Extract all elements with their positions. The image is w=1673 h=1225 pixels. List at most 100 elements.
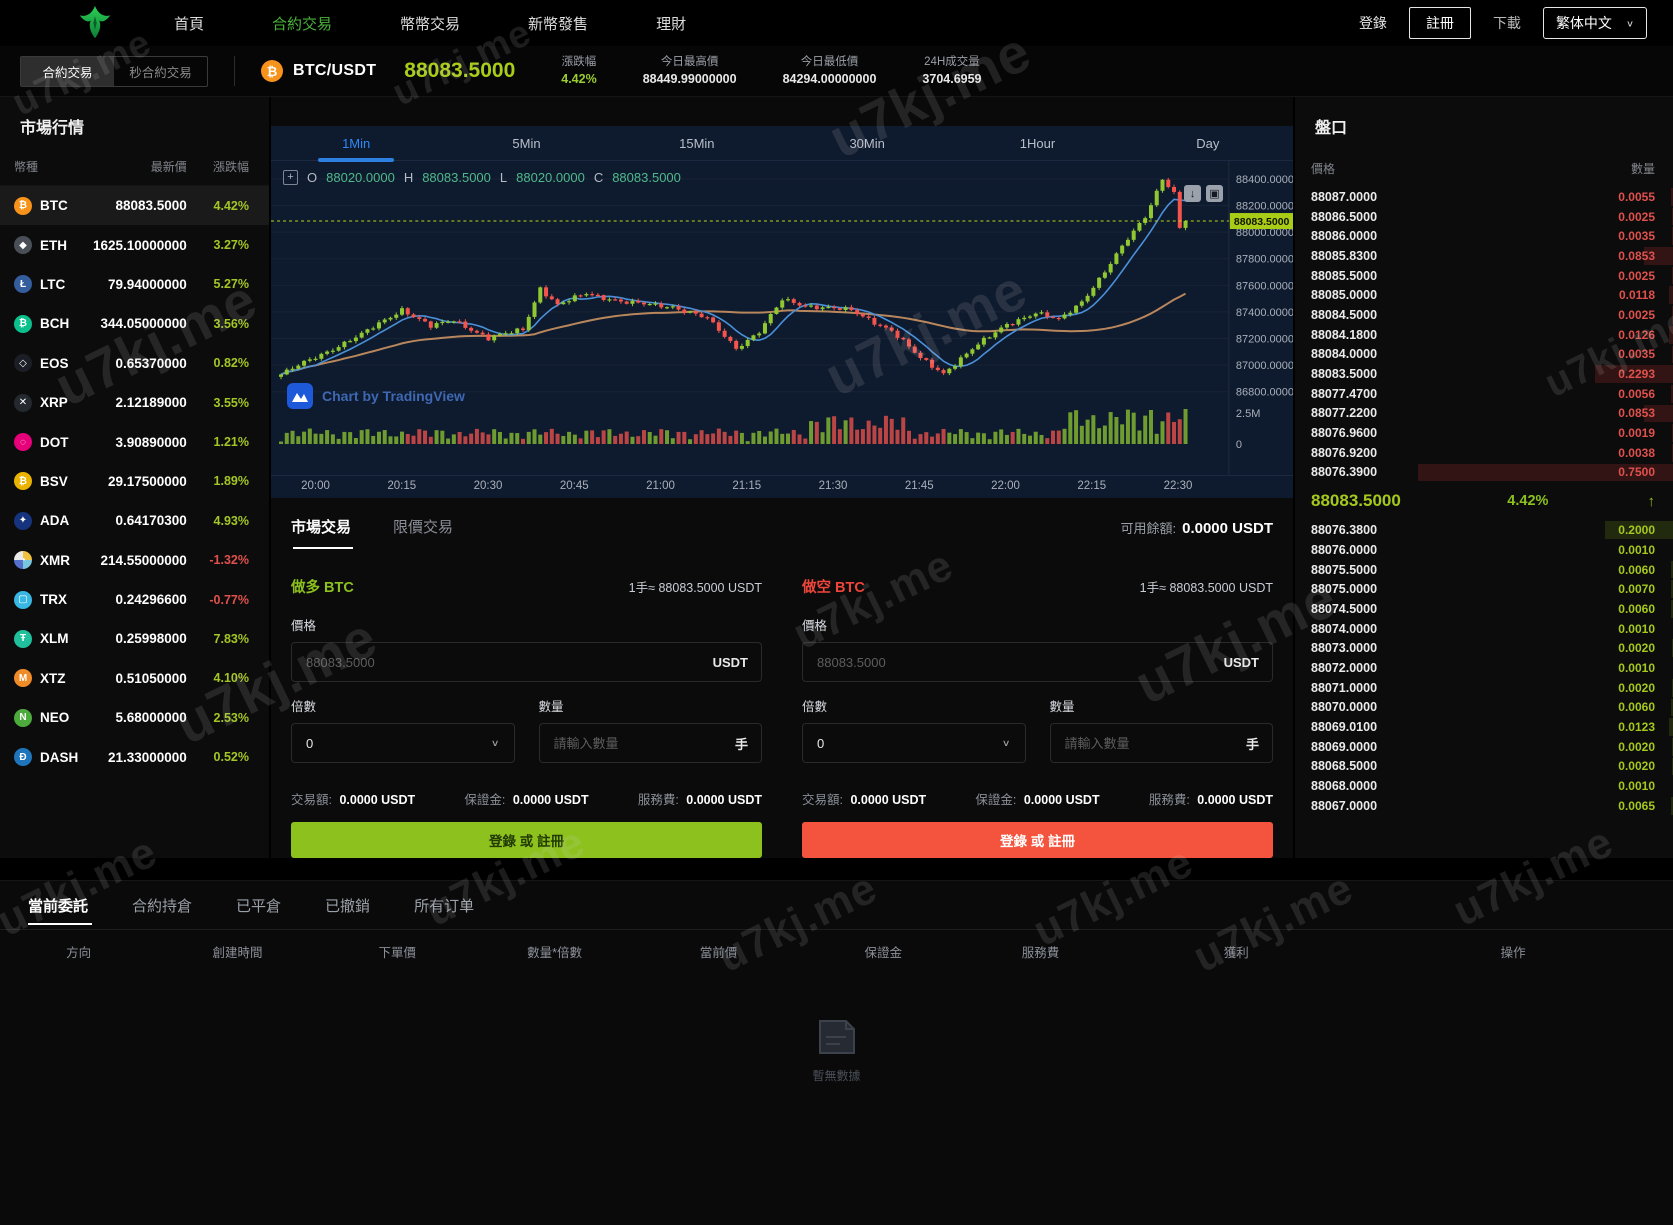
chart-download-button[interactable]: ↓	[1184, 185, 1201, 202]
coin-change: 2.53%	[187, 711, 249, 725]
nav-item-理財[interactable]: 理財	[656, 13, 686, 34]
nav-item-幣幣交易[interactable]: 幣幣交易	[400, 13, 460, 34]
market-row-LTC[interactable]: ŁLTC79.940000005.27%	[0, 265, 269, 304]
orderbook-ask-row[interactable]: 88085.50000.0025	[1295, 266, 1673, 286]
download-link[interactable]: 下載	[1493, 13, 1521, 33]
nav-item-新幣發售[interactable]: 新幣發售	[528, 13, 588, 34]
tab-limit-trade[interactable]: 限價交易	[393, 516, 453, 547]
orders-tab-所有订单[interactable]: 所有订单	[414, 895, 474, 929]
timeframe-30Min[interactable]: 30Min	[782, 126, 952, 160]
orderbook-ask-row[interactable]: 88087.00000.0055	[1295, 187, 1673, 207]
market-row-XMR[interactable]: ◔XMR214.55000000-1.32%	[0, 541, 269, 580]
candlestick-chart[interactable]: + O88020.0000H88083.5000L88020.0000C8808…	[271, 161, 1293, 475]
orders-tab-已平倉[interactable]: 已平倉	[236, 895, 281, 929]
nav-item-首頁[interactable]: 首頁	[174, 13, 204, 34]
coin-price: 0.64170300	[83, 513, 187, 528]
market-row-BCH[interactable]: ₿BCH344.050000003.56%	[0, 304, 269, 343]
long-amount-input[interactable]	[540, 736, 762, 751]
orders-tab-合約持倉[interactable]: 合約持倉	[132, 895, 192, 929]
orders-tab-已撤銷[interactable]: 已撤銷	[325, 895, 370, 929]
orderbook-bid-row[interactable]: 88070.00000.0060	[1295, 698, 1673, 718]
market-row-DOT[interactable]: ◌DOT3.908900001.21%	[0, 422, 269, 461]
time-label: 21:30	[819, 480, 848, 492]
ohlc-key: O	[307, 170, 317, 185]
timeframe-1Hour[interactable]: 1Hour	[952, 126, 1122, 160]
language-selector[interactable]: 繁体中文 ∨	[1543, 7, 1647, 39]
timeframe-15Min[interactable]: 15Min	[612, 126, 782, 160]
tab-market-trade[interactable]: 市場交易	[291, 516, 351, 547]
ob-qty: 0.2000	[1618, 523, 1655, 537]
short-login-register-button[interactable]: 登錄 或 註冊	[802, 822, 1273, 858]
short-price-unit: USDT	[1224, 655, 1259, 670]
market-row-DASH[interactable]: ĐDASH21.330000000.52%	[0, 737, 269, 776]
market-row-EOS[interactable]: ◇EOS0.653700000.82%	[0, 344, 269, 383]
coin-symbol: ₿BSV	[14, 472, 83, 490]
register-button[interactable]: 註冊	[1409, 7, 1471, 39]
orderbook-bid-row[interactable]: 88071.00000.0020	[1295, 678, 1673, 698]
orderbook-bid-row[interactable]: 88069.00000.0020	[1295, 737, 1673, 757]
orderbook-ask-row[interactable]: 88084.50000.0025	[1295, 305, 1673, 325]
market-row-BTC[interactable]: ₿BTC88083.50004.42%	[0, 186, 269, 225]
phoenix-logo	[78, 4, 112, 42]
orderbook-ask-row[interactable]: 88083.50000.2293	[1295, 364, 1673, 384]
orderbook-bid-row[interactable]: 88076.00000.0010	[1295, 540, 1673, 560]
orderbook-bid-row[interactable]: 88072.00000.0010	[1295, 658, 1673, 678]
ob-price: 88077.2200	[1311, 406, 1377, 420]
orderbook-ask-row[interactable]: 88077.47000.0056	[1295, 384, 1673, 404]
mode-tab-秒合約交易[interactable]: 秒合約交易	[114, 57, 207, 86]
orders-col-方向: 方向	[0, 942, 157, 961]
ob-qty: 0.0118	[1619, 288, 1655, 302]
market-row-NEO[interactable]: NNEO5.680000002.53%	[0, 698, 269, 737]
time-axis: 20:0020:1520:3020:4521:0021:1521:3021:45…	[271, 475, 1293, 498]
mode-tab-合約交易[interactable]: 合約交易	[21, 57, 114, 86]
market-row-XTZ[interactable]: MXTZ0.510500004.10%	[0, 659, 269, 698]
orderbook-ask-row[interactable]: 88076.39000.7500	[1295, 463, 1673, 483]
ob-qty: 0.0853	[1618, 249, 1655, 263]
orderbook-ask-row[interactable]: 88077.22000.0853	[1295, 404, 1673, 424]
orderbook-ask-row[interactable]: 88085.83000.0853	[1295, 246, 1673, 266]
orderbook-ask-row[interactable]: 88076.96000.0019	[1295, 423, 1673, 443]
orderbook-bid-row[interactable]: 88067.00000.0065	[1295, 796, 1673, 816]
long-leverage-select[interactable]: 0 ∨	[291, 723, 515, 763]
time-label: 21:15	[732, 480, 761, 492]
market-row-XRP[interactable]: ✕XRP2.121890003.55%	[0, 383, 269, 422]
market-row-TRX[interactable]: ▢TRX0.24296600-0.77%	[0, 580, 269, 619]
tradingview-text: Chart by TradingView	[322, 388, 465, 404]
orderbook-bid-row[interactable]: 88068.00000.0010	[1295, 776, 1673, 796]
nav-item-合約交易[interactable]: 合約交易	[272, 13, 332, 34]
orderbook-ask-row[interactable]: 88084.00000.0035	[1295, 345, 1673, 365]
orderbook-bid-row[interactable]: 88075.00000.0070	[1295, 579, 1673, 599]
timeframe-Day[interactable]: Day	[1123, 126, 1293, 160]
short-leverage-select[interactable]: 0 ∨	[802, 723, 1026, 763]
coin-name: XTZ	[40, 671, 66, 686]
short-price-input[interactable]	[803, 655, 1272, 670]
long-summary-item: 服務費: 0.0000 USDT	[638, 789, 762, 808]
orders-tab-當前委託[interactable]: 當前委託	[28, 895, 88, 929]
short-summary-item: 服務費: 0.0000 USDT	[1149, 789, 1273, 808]
market-row-ETH[interactable]: ◆ETH1625.100000003.27%	[0, 225, 269, 264]
orderbook-ask-row[interactable]: 88086.00000.0035	[1295, 226, 1673, 246]
stat-label: 24H成交量	[922, 54, 981, 71]
timeframe-1Min[interactable]: 1Min	[271, 126, 441, 160]
chart-snapshot-button[interactable]: ▣	[1206, 185, 1223, 202]
orderbook-ask-row[interactable]: 88076.92000.0038	[1295, 443, 1673, 463]
orderbook-bid-row[interactable]: 88076.38000.2000	[1295, 520, 1673, 540]
long-login-register-button[interactable]: 登錄 或 註冊	[291, 822, 762, 858]
market-row-BSV[interactable]: ₿BSV29.175000001.89%	[0, 462, 269, 501]
orderbook-bid-row[interactable]: 88073.00000.0020	[1295, 638, 1673, 658]
orderbook-bid-row[interactable]: 88074.00000.0010	[1295, 619, 1673, 639]
login-link[interactable]: 登錄	[1359, 13, 1387, 33]
orderbook-bid-row[interactable]: 88074.50000.0060	[1295, 599, 1673, 619]
market-row-XLM[interactable]: ŦXLM0.259980007.83%	[0, 619, 269, 658]
orderbook-ask-row[interactable]: 88084.18000.0126	[1295, 325, 1673, 345]
long-title: 做多 BTC	[291, 576, 354, 597]
orderbook-ask-row[interactable]: 88085.00000.0118	[1295, 285, 1673, 305]
orderbook-bid-row[interactable]: 88069.01000.0123	[1295, 717, 1673, 737]
orderbook-bid-row[interactable]: 88068.50000.0020	[1295, 757, 1673, 777]
long-price-input[interactable]	[292, 655, 761, 670]
orderbook-ask-row[interactable]: 88086.50000.0025	[1295, 207, 1673, 227]
orderbook-bid-row[interactable]: 88075.50000.0060	[1295, 560, 1673, 580]
short-amount-input[interactable]	[1051, 736, 1273, 751]
timeframe-5Min[interactable]: 5Min	[441, 126, 611, 160]
market-row-ADA[interactable]: ✦ADA0.641703004.93%	[0, 501, 269, 540]
